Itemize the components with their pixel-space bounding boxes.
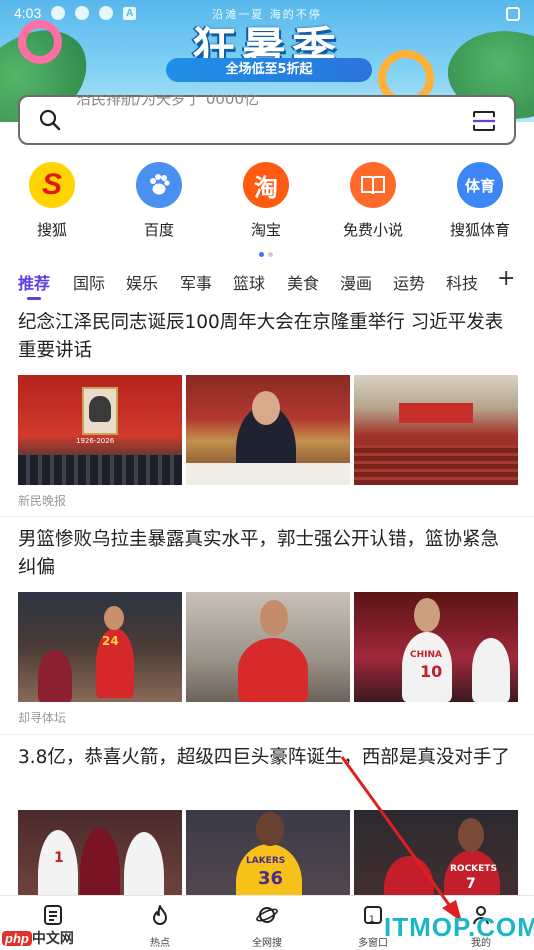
page-dot-active [259,252,264,257]
attendees [18,455,182,485]
app-taobao[interactable]: 淘 淘宝 [216,162,316,240]
article-image[interactable] [186,592,350,702]
search-bar[interactable]: 沿民排航/为天罗了 0000亿 [18,95,516,145]
app-label: 搜狐 [36,221,67,239]
player [38,650,72,702]
article-image[interactable] [186,375,350,485]
app-label: 搜狐体育 [449,221,510,239]
app-notification-icon [75,6,90,20]
portrait [89,396,111,422]
nav-search-all[interactable]: 全网搜 [232,904,302,949]
jersey-number: 10 [420,662,443,681]
battery-icon [506,7,520,21]
divider [0,734,534,735]
watermark-php-logo: php [2,931,32,946]
tab-basketball[interactable]: 篮球 [233,270,265,294]
app-notification-icon [99,6,114,20]
status-time: 4:03 [14,5,42,21]
app-label: 淘宝 [250,221,281,239]
player [472,638,510,702]
jersey-number: 24 [102,634,119,648]
quick-apps: S 搜狐 百度 淘 淘宝 免费小说 体育 搜狐体育 [0,162,534,242]
podium [186,463,350,485]
app-baidu[interactable]: 百度 [109,162,209,240]
article-title[interactable]: 纪念江泽民同志诞辰100周年大会在京隆重举行 习近平发表重要讲话 [18,309,516,365]
article-image[interactable]: CHINA 10 [354,592,518,702]
coach [238,638,308,702]
jersey-number: 36 [258,868,284,889]
watermark-php-text: 中文网 [31,930,74,946]
planet-icon [256,907,278,923]
tab-comics[interactable]: 漫画 [340,270,372,294]
article-images: 24 CHINA 10 [18,592,518,702]
app-label: 百度 [143,221,174,239]
article-title[interactable]: 男篮惨败乌拉圭暴露真实水平，郭士强公开认错，篮协紧急纠偏 [18,526,516,582]
window-count-badge: 1 [369,915,375,925]
nav-label: 全网搜 [252,938,282,949]
coach-head [260,600,288,636]
nav-hot[interactable]: 热点 [125,904,195,949]
tab-recommend[interactable]: 推荐 [18,270,50,294]
app-sohu-sports[interactable]: 体育 搜狐体育 [430,162,530,240]
article-title[interactable]: 3.8亿，恭喜火箭，超级四巨头豪阵诞生，西部是真没对手了 [18,744,516,772]
divider [0,516,534,517]
news-article[interactable]: 男篮惨败乌拉圭暴露真实水平，郭士强公开认错，篮协紧急纠偏 24 CHINA 10… [18,526,518,725]
watermark-itmop: ITMOP.COM [384,912,534,942]
add-tab-button[interactable]: + [497,266,515,291]
stage-banner [399,403,473,423]
tab-military[interactable]: 军事 [180,270,212,294]
article-images: 1926-2026 [18,375,518,485]
tab-horoscope[interactable]: 运势 [393,270,425,294]
search-icon [39,109,61,131]
player-head [104,606,124,630]
tab-food[interactable]: 美食 [287,270,319,294]
search-input[interactable]: 沿民排航/为天罗了 0000亿 [76,95,259,109]
app-sohu[interactable]: S 搜狐 [2,162,102,240]
taobao-icon: 淘 [243,162,289,208]
jersey-number: 1 [54,850,64,866]
fire-icon [153,905,167,925]
nav-label: 热点 [150,938,170,949]
news-article[interactable]: 3.8亿，恭喜火箭，超级四巨头豪阵诞生，西部是真没对手了 1 LAKERS 36… [18,744,518,920]
auditorium-seats [354,445,518,485]
status-bar: 4:03 A [0,0,534,26]
category-tabs: 推荐 国际 娱乐 军事 篮球 美食 漫画 运势 科技 + [0,266,534,302]
app-label: 免费小说 [342,221,403,239]
tab-tech[interactable]: 科技 [446,270,478,294]
baidu-paw-icon [136,162,182,208]
portrait-caption: 1926-2026 [76,437,115,445]
player-head [414,598,440,632]
book-icon [350,162,396,208]
page-indicator [259,252,273,257]
speaker-head [252,391,280,425]
jersey-team: ROCKETS [450,864,497,874]
article-image[interactable] [354,375,518,485]
jersey-team: CHINA [410,650,442,660]
watermark-php: php 中文网 [2,928,74,948]
news-article[interactable]: 纪念江泽民同志诞辰100周年大会在京隆重举行 习近平发表重要讲话 1926-20… [18,309,518,508]
page-dot [268,252,273,257]
article-source: 却寻体坛 [18,711,67,725]
scan-icon[interactable] [472,110,496,132]
news-icon [44,905,62,925]
article-image[interactable]: 24 [18,592,182,702]
article-image[interactable]: 1926-2026 [18,375,182,485]
tab-entertainment[interactable]: 娱乐 [126,270,158,294]
jersey-number: 7 [466,876,476,892]
sports-icon: 体育 [457,162,503,208]
active-tab-indicator [27,297,41,300]
player-head [256,812,284,846]
status-indicator: A [123,6,137,20]
banner-subtitle: 全场低至5折起 [166,58,372,82]
player-head [458,818,484,852]
jersey-team: LAKERS [246,856,286,866]
app-free-novel[interactable]: 免费小说 [323,162,423,240]
sohu-icon: S [29,162,75,208]
article-source: 新民晚报 [18,494,67,508]
tab-international[interactable]: 国际 [73,270,105,294]
app-notification-icon [51,6,66,20]
